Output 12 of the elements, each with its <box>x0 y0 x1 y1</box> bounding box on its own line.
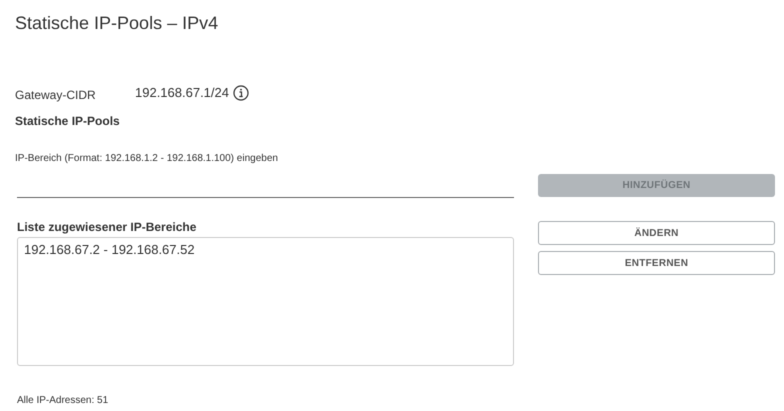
page-title: Statische IP-Pools – IPv4 <box>15 12 218 35</box>
range-list[interactable]: 192.168.67.2 - 192.168.67.52 <box>17 237 514 366</box>
info-icon[interactable] <box>232 85 249 101</box>
field-label: IP-Bereich (Format: 192.168.1.2 - 192.168.1.100) eingeben <box>15 152 278 166</box>
gateway-label: Gateway-CIDR <box>15 86 97 104</box>
section-title: Statische IP-Pools <box>15 113 120 130</box>
total-addresses-text: Alle IP-Adressen: 51 <box>17 394 108 408</box>
remove-button[interactable]: ENTFERNEN <box>538 251 775 275</box>
range-list-item[interactable]: 192.168.67.2 - 192.168.67.52 <box>24 240 195 260</box>
edit-button[interactable]: ÄNDERN <box>538 221 775 245</box>
gateway-value: 192.168.67.1/24 <box>135 84 229 102</box>
list-label: Liste zugewiesener IP-Bereiche <box>17 220 196 235</box>
